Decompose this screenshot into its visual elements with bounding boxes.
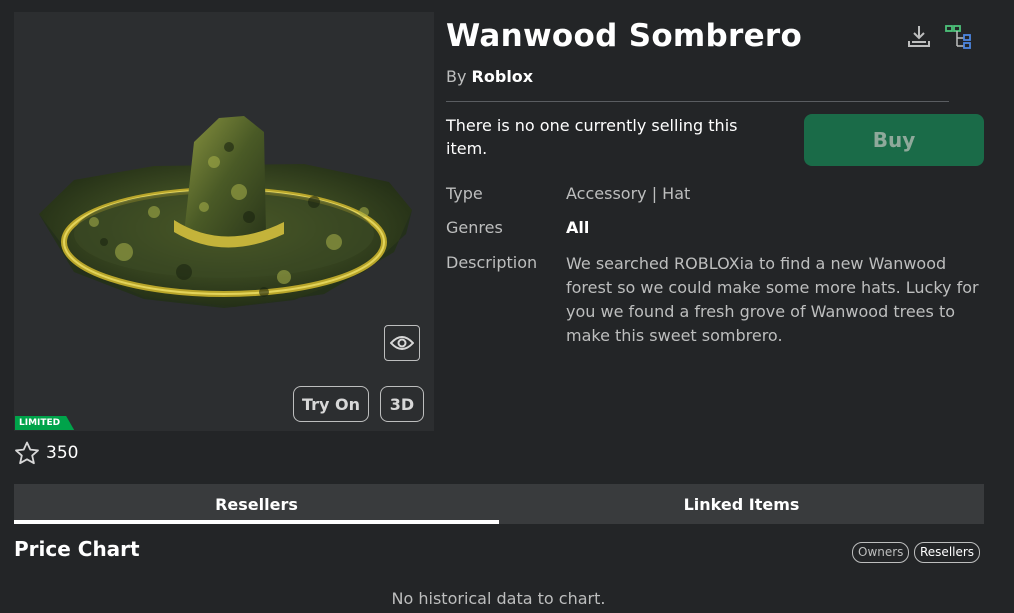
creator-link[interactable]: Roblox bbox=[472, 67, 534, 86]
hierarchy-icon[interactable] bbox=[944, 24, 972, 52]
item-title: Wanwood Sombrero bbox=[446, 18, 803, 54]
description-label: Description bbox=[446, 253, 538, 272]
no-chart-data-message: No historical data to chart. bbox=[391, 589, 606, 608]
price-chart-title: Price Chart bbox=[14, 537, 140, 561]
limited-badge: LIMITED bbox=[15, 416, 74, 430]
buy-button[interactable]: Buy bbox=[804, 114, 984, 166]
genres-value: All bbox=[566, 218, 590, 237]
genres-label: Genres bbox=[446, 218, 503, 237]
item-thumbnail: Try On 3D bbox=[14, 12, 434, 431]
type-value: Accessory | Hat bbox=[566, 184, 691, 203]
owners-toggle[interactable]: Owners bbox=[852, 542, 910, 563]
creator-line: By Roblox bbox=[446, 67, 533, 86]
tab-linked-items[interactable]: Linked Items bbox=[499, 484, 984, 524]
tab-resellers[interactable]: Resellers bbox=[14, 484, 499, 524]
favorite-count: 350 bbox=[46, 443, 79, 463]
download-icon[interactable] bbox=[906, 24, 932, 50]
description-text: We searched ROBLOXia to find a new Wanwo… bbox=[566, 254, 979, 345]
star-icon bbox=[15, 441, 39, 465]
preview-toggle-button[interactable] bbox=[384, 325, 420, 361]
eye-icon bbox=[390, 336, 414, 350]
by-prefix: By bbox=[446, 67, 467, 86]
favorite-button[interactable]: 350 bbox=[14, 441, 78, 465]
header-divider bbox=[446, 101, 949, 102]
resellers-toggle[interactable]: Resellers bbox=[914, 542, 981, 563]
sombrero-image bbox=[39, 116, 412, 308]
3d-view-button[interactable]: 3D bbox=[380, 386, 424, 422]
tab-bar: Resellers Linked Items bbox=[14, 484, 984, 524]
try-on-button[interactable]: Try On bbox=[293, 386, 369, 422]
no-seller-message: There is no one currently selling this i… bbox=[446, 116, 738, 158]
type-label: Type bbox=[446, 184, 483, 203]
